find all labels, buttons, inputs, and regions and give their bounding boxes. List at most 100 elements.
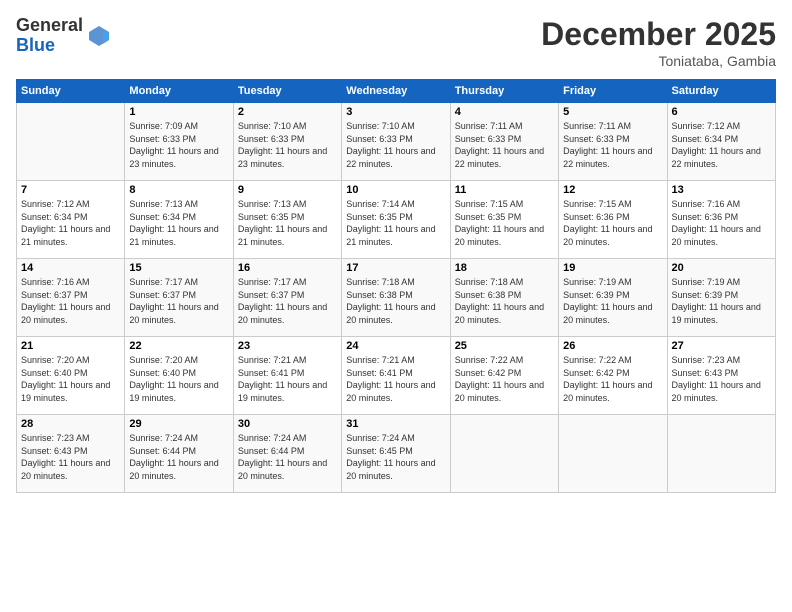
day-info: Sunrise: 7:21 AMSunset: 6:41 PMDaylight:… xyxy=(238,354,337,404)
day-info: Sunrise: 7:24 AMSunset: 6:44 PMDaylight:… xyxy=(129,432,228,482)
day-number: 21 xyxy=(21,340,120,352)
day-cell: 19 Sunrise: 7:19 AMSunset: 6:39 PMDaylig… xyxy=(559,259,667,337)
day-info: Sunrise: 7:13 AMSunset: 6:34 PMDaylight:… xyxy=(129,198,228,248)
day-info: Sunrise: 7:16 AMSunset: 6:37 PMDaylight:… xyxy=(21,276,120,326)
logo-icon xyxy=(87,24,111,48)
day-number: 3 xyxy=(346,106,445,118)
day-cell: 8 Sunrise: 7:13 AMSunset: 6:34 PMDayligh… xyxy=(125,181,233,259)
day-number: 16 xyxy=(238,262,337,274)
day-cell: 7 Sunrise: 7:12 AMSunset: 6:34 PMDayligh… xyxy=(17,181,125,259)
day-info: Sunrise: 7:12 AMSunset: 6:34 PMDaylight:… xyxy=(21,198,120,248)
day-number: 24 xyxy=(346,340,445,352)
day-info: Sunrise: 7:22 AMSunset: 6:42 PMDaylight:… xyxy=(563,354,662,404)
day-info: Sunrise: 7:22 AMSunset: 6:42 PMDaylight:… xyxy=(455,354,554,404)
day-cell: 3 Sunrise: 7:10 AMSunset: 6:33 PMDayligh… xyxy=(342,103,450,181)
day-number: 27 xyxy=(672,340,771,352)
day-cell: 13 Sunrise: 7:16 AMSunset: 6:36 PMDaylig… xyxy=(667,181,775,259)
day-cell: 15 Sunrise: 7:17 AMSunset: 6:37 PMDaylig… xyxy=(125,259,233,337)
day-cell: 20 Sunrise: 7:19 AMSunset: 6:39 PMDaylig… xyxy=(667,259,775,337)
day-cell: 24 Sunrise: 7:21 AMSunset: 6:41 PMDaylig… xyxy=(342,337,450,415)
day-info: Sunrise: 7:23 AMSunset: 6:43 PMDaylight:… xyxy=(672,354,771,404)
day-cell: 25 Sunrise: 7:22 AMSunset: 6:42 PMDaylig… xyxy=(450,337,558,415)
week-row-4: 21 Sunrise: 7:20 AMSunset: 6:40 PMDaylig… xyxy=(17,337,776,415)
day-cell xyxy=(450,415,558,493)
day-info: Sunrise: 7:21 AMSunset: 6:41 PMDaylight:… xyxy=(346,354,445,404)
day-number: 4 xyxy=(455,106,554,118)
day-info: Sunrise: 7:18 AMSunset: 6:38 PMDaylight:… xyxy=(455,276,554,326)
header-cell-saturday: Saturday xyxy=(667,80,775,103)
day-cell: 6 Sunrise: 7:12 AMSunset: 6:34 PMDayligh… xyxy=(667,103,775,181)
title-block: December 2025 Toniataba, Gambia xyxy=(541,16,776,69)
day-info: Sunrise: 7:24 AMSunset: 6:45 PMDaylight:… xyxy=(346,432,445,482)
day-info: Sunrise: 7:17 AMSunset: 6:37 PMDaylight:… xyxy=(238,276,337,326)
day-number: 6 xyxy=(672,106,771,118)
day-info: Sunrise: 7:11 AMSunset: 6:33 PMDaylight:… xyxy=(563,120,662,170)
day-info: Sunrise: 7:09 AMSunset: 6:33 PMDaylight:… xyxy=(129,120,228,170)
day-cell xyxy=(559,415,667,493)
day-number: 8 xyxy=(129,184,228,196)
day-number: 23 xyxy=(238,340,337,352)
day-cell: 22 Sunrise: 7:20 AMSunset: 6:40 PMDaylig… xyxy=(125,337,233,415)
calendar-page: General Blue December 2025 Toniataba, Ga… xyxy=(0,0,792,612)
day-number: 30 xyxy=(238,418,337,430)
day-cell: 9 Sunrise: 7:13 AMSunset: 6:35 PMDayligh… xyxy=(233,181,341,259)
week-row-1: 1 Sunrise: 7:09 AMSunset: 6:33 PMDayligh… xyxy=(17,103,776,181)
day-info: Sunrise: 7:14 AMSunset: 6:35 PMDaylight:… xyxy=(346,198,445,248)
page-header: General Blue December 2025 Toniataba, Ga… xyxy=(16,16,776,69)
day-cell: 14 Sunrise: 7:16 AMSunset: 6:37 PMDaylig… xyxy=(17,259,125,337)
day-cell: 18 Sunrise: 7:18 AMSunset: 6:38 PMDaylig… xyxy=(450,259,558,337)
day-number: 15 xyxy=(129,262,228,274)
location: Toniataba, Gambia xyxy=(541,53,776,69)
day-cell: 12 Sunrise: 7:15 AMSunset: 6:36 PMDaylig… xyxy=(559,181,667,259)
day-number: 26 xyxy=(563,340,662,352)
day-number: 25 xyxy=(455,340,554,352)
day-cell: 29 Sunrise: 7:24 AMSunset: 6:44 PMDaylig… xyxy=(125,415,233,493)
day-info: Sunrise: 7:20 AMSunset: 6:40 PMDaylight:… xyxy=(21,354,120,404)
day-cell: 21 Sunrise: 7:20 AMSunset: 6:40 PMDaylig… xyxy=(17,337,125,415)
day-cell: 30 Sunrise: 7:24 AMSunset: 6:44 PMDaylig… xyxy=(233,415,341,493)
logo-blue: Blue xyxy=(16,36,83,56)
day-info: Sunrise: 7:23 AMSunset: 6:43 PMDaylight:… xyxy=(21,432,120,482)
week-row-5: 28 Sunrise: 7:23 AMSunset: 6:43 PMDaylig… xyxy=(17,415,776,493)
day-cell: 28 Sunrise: 7:23 AMSunset: 6:43 PMDaylig… xyxy=(17,415,125,493)
day-number: 13 xyxy=(672,184,771,196)
header-cell-thursday: Thursday xyxy=(450,80,558,103)
day-info: Sunrise: 7:13 AMSunset: 6:35 PMDaylight:… xyxy=(238,198,337,248)
header-row: SundayMondayTuesdayWednesdayThursdayFrid… xyxy=(17,80,776,103)
day-info: Sunrise: 7:10 AMSunset: 6:33 PMDaylight:… xyxy=(238,120,337,170)
day-cell: 11 Sunrise: 7:15 AMSunset: 6:35 PMDaylig… xyxy=(450,181,558,259)
day-cell: 31 Sunrise: 7:24 AMSunset: 6:45 PMDaylig… xyxy=(342,415,450,493)
day-number: 12 xyxy=(563,184,662,196)
logo: General Blue xyxy=(16,16,111,56)
day-number: 19 xyxy=(563,262,662,274)
day-number: 17 xyxy=(346,262,445,274)
day-cell: 26 Sunrise: 7:22 AMSunset: 6:42 PMDaylig… xyxy=(559,337,667,415)
day-cell xyxy=(17,103,125,181)
header-cell-wednesday: Wednesday xyxy=(342,80,450,103)
day-info: Sunrise: 7:24 AMSunset: 6:44 PMDaylight:… xyxy=(238,432,337,482)
day-info: Sunrise: 7:19 AMSunset: 6:39 PMDaylight:… xyxy=(672,276,771,326)
day-cell: 4 Sunrise: 7:11 AMSunset: 6:33 PMDayligh… xyxy=(450,103,558,181)
day-cell: 1 Sunrise: 7:09 AMSunset: 6:33 PMDayligh… xyxy=(125,103,233,181)
day-number: 5 xyxy=(563,106,662,118)
day-info: Sunrise: 7:12 AMSunset: 6:34 PMDaylight:… xyxy=(672,120,771,170)
day-number: 11 xyxy=(455,184,554,196)
logo-general: General xyxy=(16,16,83,36)
day-info: Sunrise: 7:20 AMSunset: 6:40 PMDaylight:… xyxy=(129,354,228,404)
day-cell: 10 Sunrise: 7:14 AMSunset: 6:35 PMDaylig… xyxy=(342,181,450,259)
week-row-2: 7 Sunrise: 7:12 AMSunset: 6:34 PMDayligh… xyxy=(17,181,776,259)
day-cell: 16 Sunrise: 7:17 AMSunset: 6:37 PMDaylig… xyxy=(233,259,341,337)
day-number: 28 xyxy=(21,418,120,430)
header-cell-sunday: Sunday xyxy=(17,80,125,103)
day-cell: 2 Sunrise: 7:10 AMSunset: 6:33 PMDayligh… xyxy=(233,103,341,181)
day-cell: 27 Sunrise: 7:23 AMSunset: 6:43 PMDaylig… xyxy=(667,337,775,415)
day-cell xyxy=(667,415,775,493)
day-number: 9 xyxy=(238,184,337,196)
week-row-3: 14 Sunrise: 7:16 AMSunset: 6:37 PMDaylig… xyxy=(17,259,776,337)
calendar-table: SundayMondayTuesdayWednesdayThursdayFrid… xyxy=(16,79,776,493)
month-title: December 2025 xyxy=(541,16,776,53)
day-info: Sunrise: 7:18 AMSunset: 6:38 PMDaylight:… xyxy=(346,276,445,326)
day-number: 14 xyxy=(21,262,120,274)
day-number: 29 xyxy=(129,418,228,430)
day-cell: 17 Sunrise: 7:18 AMSunset: 6:38 PMDaylig… xyxy=(342,259,450,337)
